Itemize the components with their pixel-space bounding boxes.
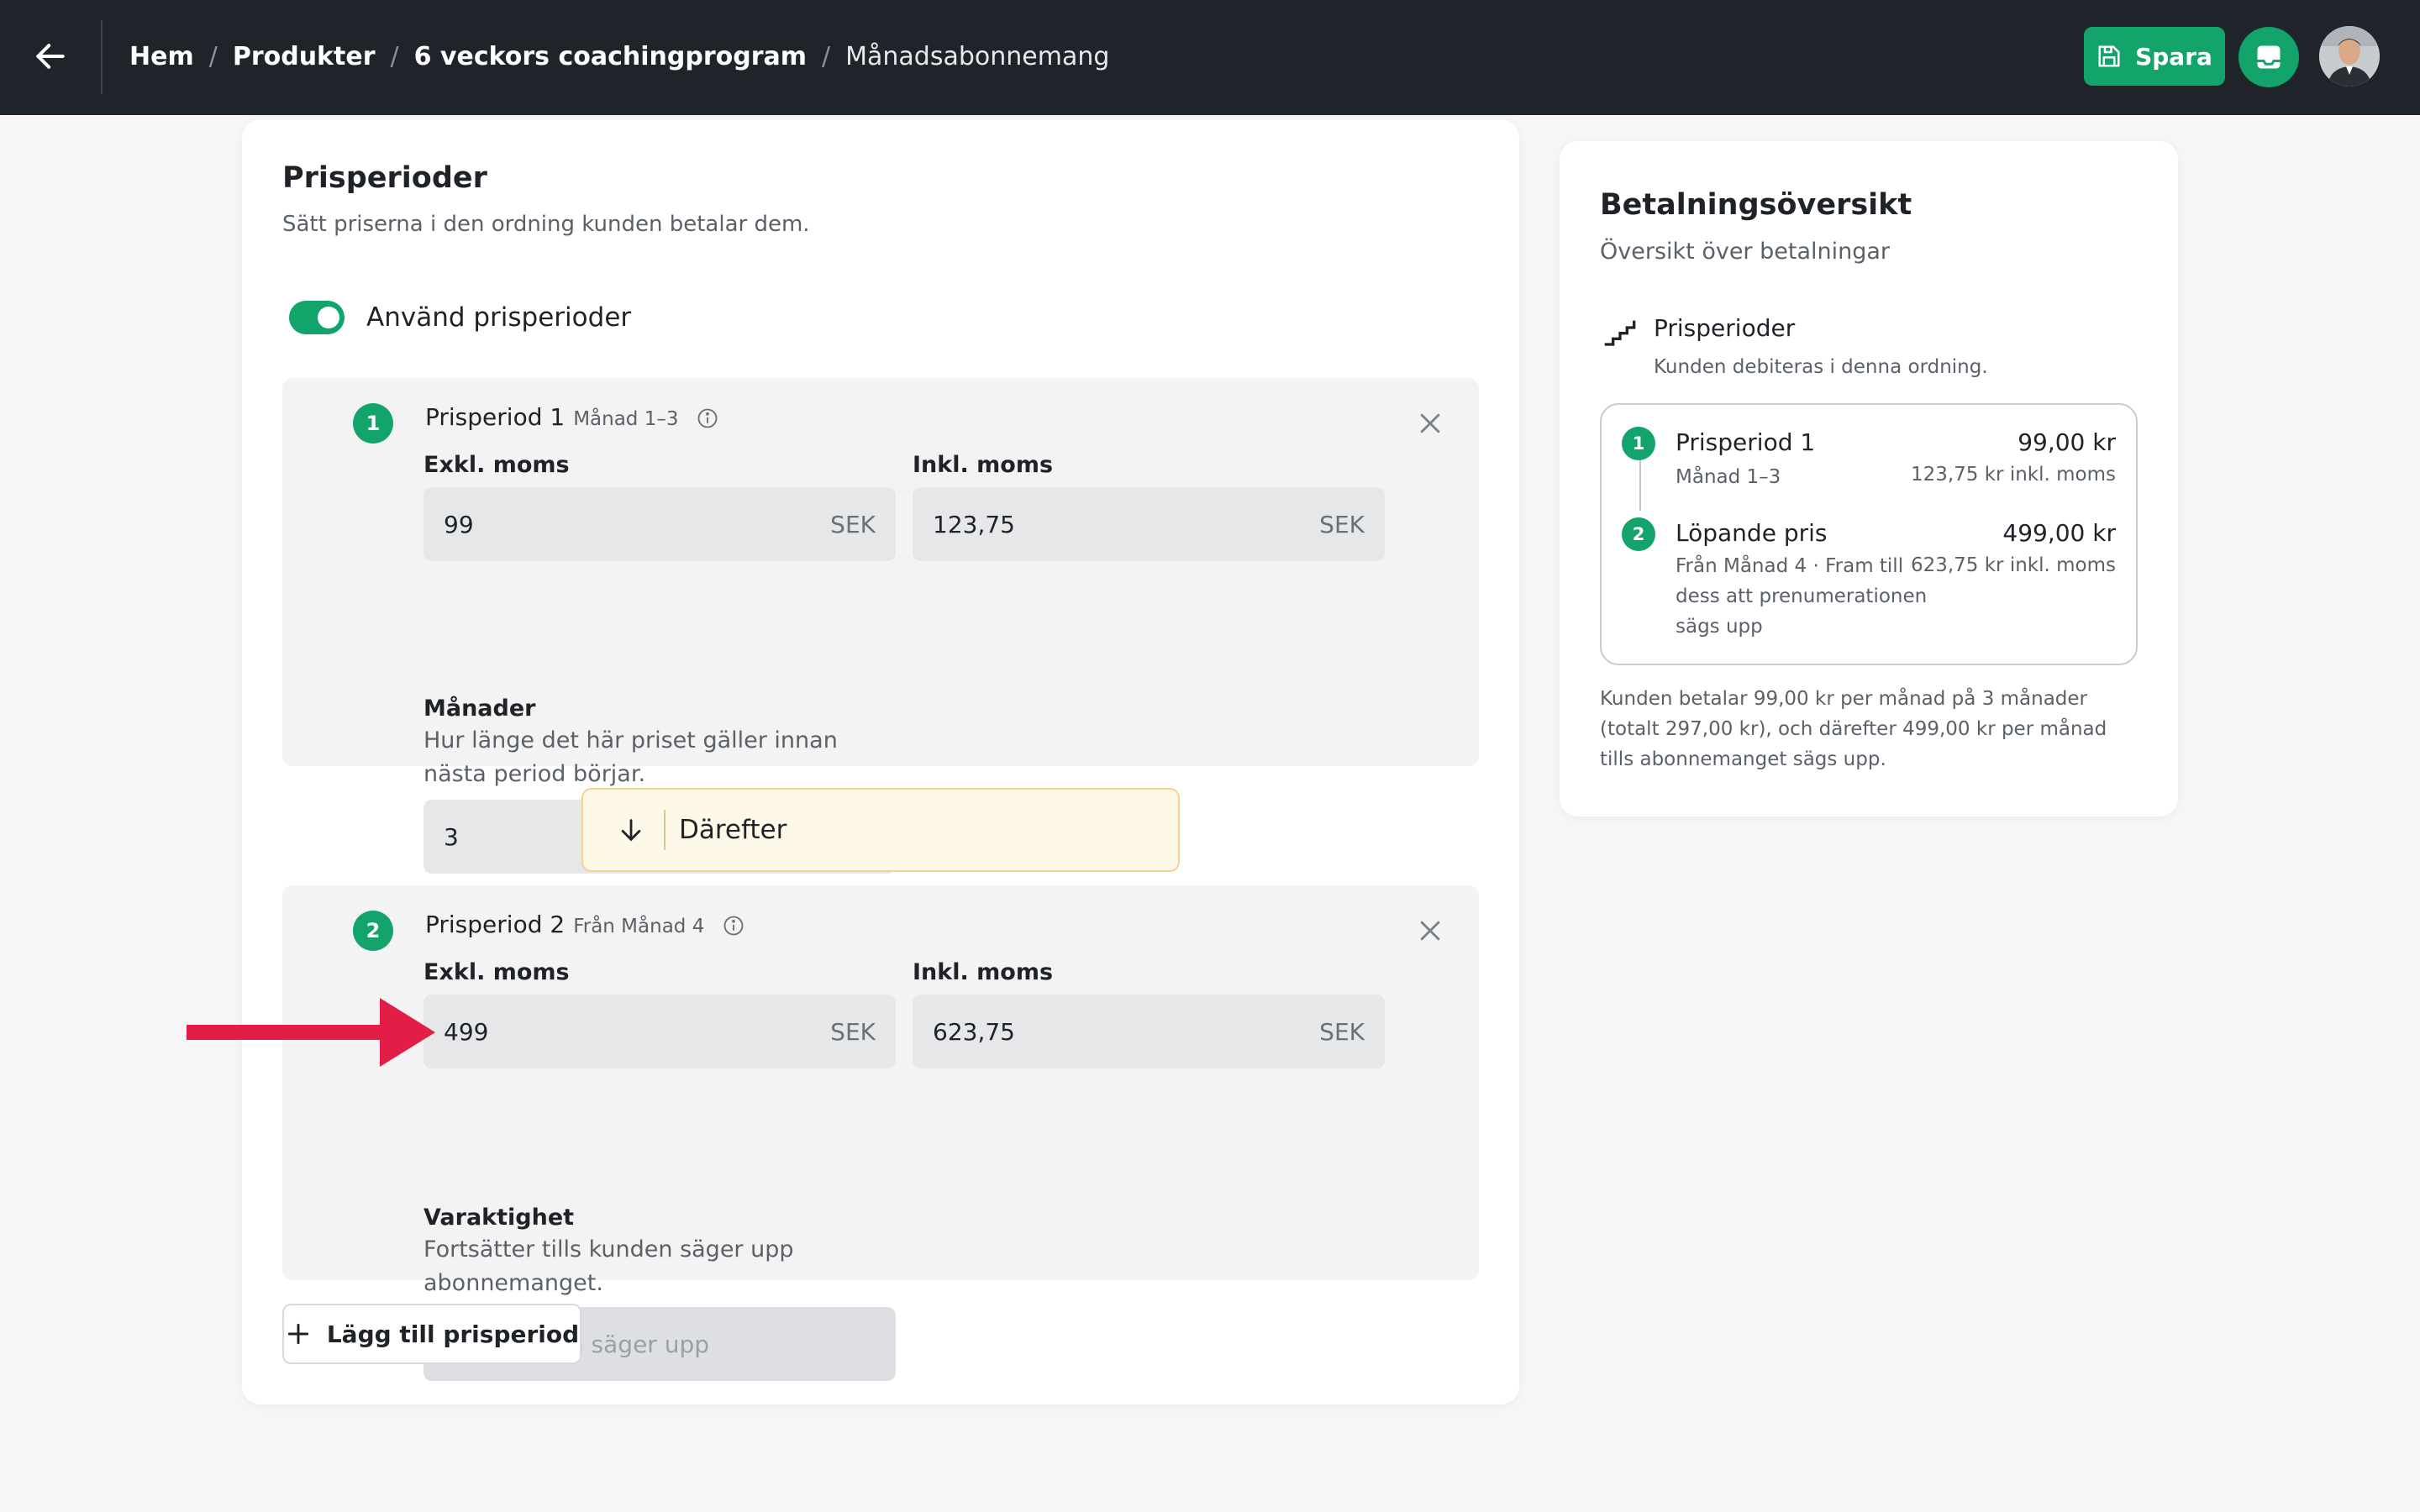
summary-item-price: 99,00 kr <box>2018 428 2116 456</box>
info-icon[interactable] <box>696 407 719 430</box>
price-periods-subtitle: Sätt priserna i den ordning kunden betal… <box>282 212 810 237</box>
breadcrumb-product[interactable]: 6 veckors coachingprogram <box>414 42 807 71</box>
summary-number-badge: 2 <box>1622 517 1655 551</box>
payment-overview-card: Betalningsöversikt Översikt över betalni… <box>1560 141 2178 816</box>
price-periods-title: Prisperioder <box>282 161 487 195</box>
save-button-label: Spara <box>2135 42 2212 71</box>
excl-vat-value: 99 <box>444 510 474 538</box>
incl-vat-value: 623,75 <box>933 1017 1015 1046</box>
period-number-badge: 1 <box>353 403 393 444</box>
months-value: 3 <box>444 822 459 851</box>
months-label: Månader <box>424 696 536 722</box>
close-icon <box>1420 921 1440 941</box>
inbox-button[interactable] <box>2238 27 2299 87</box>
period-range: Månad 1–3 <box>573 408 679 430</box>
currency-suffix: SEK <box>1319 1017 1365 1046</box>
currency-suffix: SEK <box>830 1017 876 1046</box>
breadcrumb-separator: / <box>822 41 831 71</box>
therefore-label: Därefter <box>679 815 787 845</box>
arrow-left-icon <box>36 44 65 69</box>
currency-suffix: SEK <box>830 510 876 538</box>
summary-item-incl: 623,75 kr inkl. moms <box>1910 554 2116 576</box>
summary-number-badge: 1 <box>1622 427 1655 460</box>
remove-period-button[interactable] <box>1412 405 1449 442</box>
price-periods-card: Prisperioder Sätt priserna i den ordning… <box>242 119 1519 1404</box>
summary-item-price: 499,00 kr <box>2002 519 2116 547</box>
overview-section-subtitle: Kunden debiteras i denna ordning. <box>1654 356 1988 378</box>
breadcrumb-products[interactable]: Produkter <box>233 42 376 71</box>
excl-vat-input[interactable]: 99 SEK <box>424 487 896 561</box>
period-range: Från Månad 4 <box>573 916 705 937</box>
period-title-text: Prisperiod 2 <box>425 911 566 938</box>
user-photo-icon <box>2319 26 2380 87</box>
incl-vat-value: 123,75 <box>933 510 1015 538</box>
price-period-2: 2 Prisperiod 2 Från Månad 4 Exkl. moms In… <box>282 885 1479 1381</box>
add-price-period-label: Lägg till prisperiod <box>326 1320 580 1348</box>
summary-item-name: Löpande pris <box>1676 519 1828 547</box>
price-period-1: 1 Prisperiod 1 Månad 1–3 Exkl. moms Inkl.… <box>282 378 1479 874</box>
remove-period-button[interactable] <box>1412 912 1449 949</box>
payment-summary: 1 Prisperiod 1 Månad 1–3 99,00 kr 123,75… <box>1600 403 2138 665</box>
summary-item-incl: 123,75 kr inkl. moms <box>1910 464 2116 486</box>
overview-subtitle: Översikt över betalningar <box>1600 239 1891 265</box>
plus-icon <box>287 1323 308 1345</box>
excl-vat-input[interactable]: 499 SEK <box>424 995 896 1068</box>
period-title-text: Prisperiod 1 <box>425 403 566 431</box>
add-price-period-button[interactable]: Lägg till prisperiod <box>282 1304 581 1364</box>
topbar-divider <box>101 20 103 94</box>
period-number-badge: 2 <box>353 911 393 951</box>
stairs-icon <box>1604 320 1636 346</box>
period-2-title: Prisperiod 2 Från Månad 4 <box>425 911 745 938</box>
breadcrumb-current: Månadsabonnemang <box>845 41 1110 71</box>
incl-vat-label: Inkl. moms <box>913 959 1054 985</box>
period-1-title: Prisperiod 1 Månad 1–3 <box>425 403 719 431</box>
use-price-periods-label: Använd prisperioder <box>366 302 632 333</box>
timeline-connector <box>1639 460 1641 511</box>
overview-section-title: Prisperioder <box>1654 314 1796 342</box>
overview-title: Betalningsöversikt <box>1600 188 1912 222</box>
breadcrumb-home[interactable]: Hem <box>129 42 194 71</box>
excl-vat-value: 499 <box>444 1017 489 1046</box>
summary-item-name: Prisperiod 1 <box>1676 428 1816 456</box>
duration-label: Varaktighet <box>424 1205 575 1231</box>
duration-help: Fortsätter tills kunden säger upp abonne… <box>424 1236 794 1296</box>
overview-footer: Kunden betalar 99,00 kr per månad på 3 m… <box>1600 688 2107 770</box>
therefore-separator <box>664 810 666 850</box>
annotation-arrow-icon <box>187 998 435 1067</box>
currency-suffix: SEK <box>1319 510 1365 538</box>
inbox-icon <box>2257 45 2281 69</box>
incl-vat-input[interactable]: 123,75 SEK <box>913 487 1385 561</box>
info-icon[interactable] <box>722 914 745 937</box>
top-bar: Hem / Produkter / 6 veckors coachingprog… <box>0 0 2420 115</box>
breadcrumb: Hem / Produkter / 6 veckors coachingprog… <box>129 0 1109 113</box>
user-avatar[interactable] <box>2319 26 2380 87</box>
therefore-divider: Därefter <box>581 788 1180 872</box>
save-button[interactable]: Spara <box>2084 27 2225 86</box>
excl-vat-label: Exkl. moms <box>424 452 570 478</box>
breadcrumb-separator: / <box>208 41 218 71</box>
arrow-down-icon <box>621 819 641 841</box>
incl-vat-input[interactable]: 623,75 SEK <box>913 995 1385 1068</box>
close-icon <box>1420 413 1440 433</box>
months-help: Hur länge det här priset gäller innan nä… <box>424 727 838 787</box>
summary-item-meta: Från Månad 4 · Fram till dess att prenum… <box>1676 555 1928 638</box>
excl-vat-label: Exkl. moms <box>424 959 570 985</box>
breadcrumb-separator: / <box>390 41 399 71</box>
incl-vat-label: Inkl. moms <box>913 452 1054 478</box>
back-button[interactable] <box>25 29 76 84</box>
floppy-disk-icon <box>2098 45 2120 67</box>
summary-item-meta: Månad 1–3 <box>1676 466 1781 488</box>
use-price-periods-toggle[interactable] <box>289 301 345 334</box>
